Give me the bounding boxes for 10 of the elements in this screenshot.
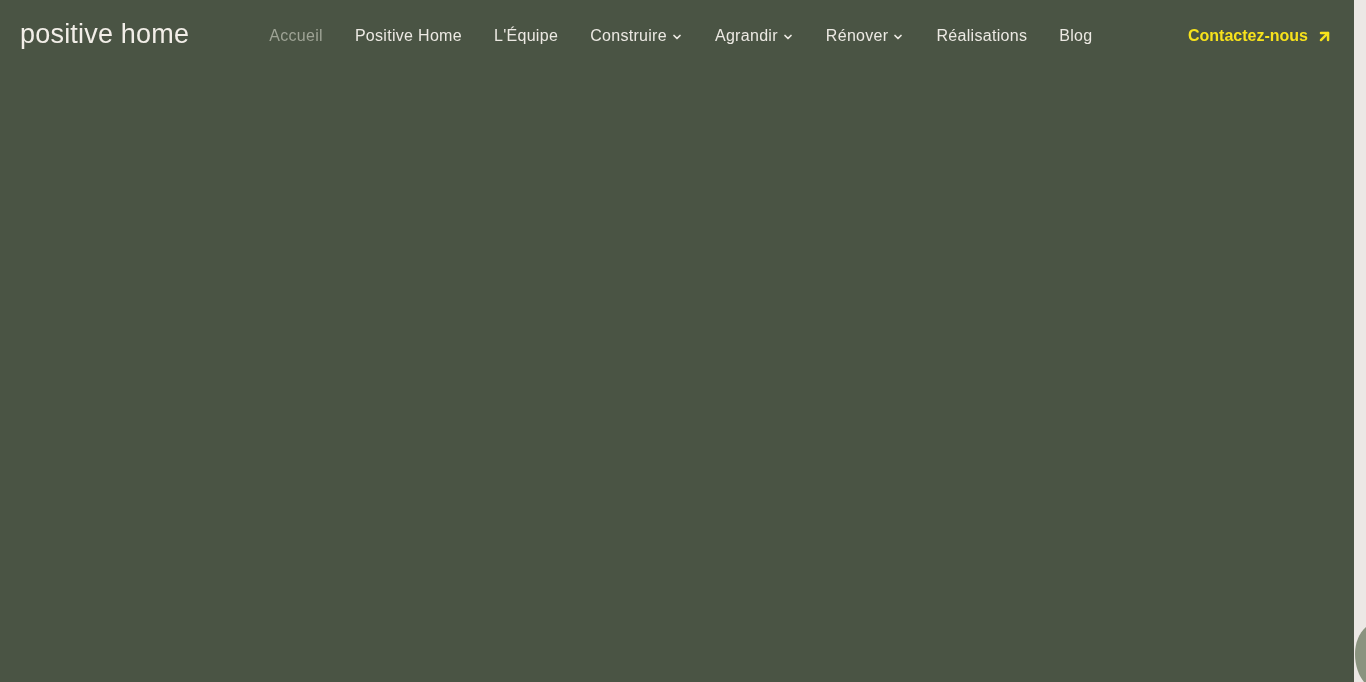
logo[interactable]: positive home <box>20 21 190 51</box>
nav-link[interactable]: L'Équipe <box>493 24 559 48</box>
nav-link[interactable]: Construire <box>590 24 683 48</box>
nav-link[interactable]: Réalisations <box>936 24 1028 48</box>
round-button[interactable] <box>1355 627 1366 682</box>
nav-link[interactable]: Positive Home <box>354 24 462 48</box>
nav-link[interactable]: Blog <box>1059 24 1093 48</box>
nav-link[interactable]: Agrandir <box>714 24 794 48</box>
contact-link[interactable]: Contactez-nous <box>1188 24 1333 48</box>
nav-link[interactable]: Rénover <box>825 24 905 48</box>
